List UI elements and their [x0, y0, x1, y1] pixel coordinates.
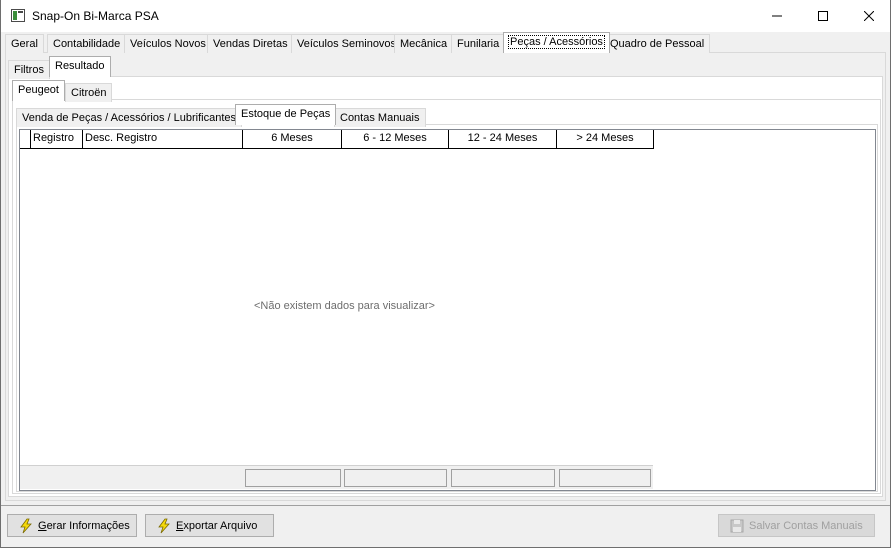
app-window: Snap-On Bi-Marca PSA Geral Contabilidade… [0, 0, 891, 548]
save-manual-accounts-button[interactable]: Salvar Contas Manuais [718, 514, 875, 537]
sub-tab-strip: Venda de Peças / Acessórios / Lubrifican… [16, 104, 878, 127]
floppy-disk-icon [730, 519, 744, 532]
tab-veiculos-seminovos[interactable]: Veículos Seminovos [291, 34, 403, 53]
generate-label: Gerar Informações [38, 519, 130, 532]
tab-citroen[interactable]: Citroën [65, 83, 113, 102]
maximize-button[interactable] [800, 0, 846, 32]
maximize-icon [818, 11, 828, 21]
footer-summary-cell [245, 469, 341, 487]
lightning-icon [158, 518, 170, 533]
column-header[interactable]: > 24 Meses [557, 130, 654, 149]
footer-summary-cell [559, 469, 651, 487]
column-header[interactable]: 12 - 24 Meses [449, 130, 557, 149]
tab-veiculos-novos[interactable]: Veículos Novos [124, 34, 212, 53]
app-icon [11, 9, 25, 22]
tab-mecanica[interactable]: Mecânica [394, 34, 454, 53]
minimize-icon [772, 15, 782, 17]
minimize-button[interactable] [754, 0, 800, 32]
column-header[interactable]: Registro [31, 130, 83, 149]
grid-footer [20, 465, 653, 489]
tab-estoque-pecas[interactable]: Estoque de Peças [235, 104, 337, 125]
empty-message: <Não existem dados para visualizar> [254, 300, 435, 312]
tab-filtros[interactable]: Filtros [8, 60, 50, 79]
tab-resultado[interactable]: Resultado [49, 56, 111, 77]
footer-summary-cell [344, 469, 447, 487]
main-tab-strip: Geral Contabilidade Veículos Novos Venda… [5, 32, 886, 54]
column-header[interactable]: 6 - 12 Meses [342, 130, 449, 149]
column-header[interactable]: 6 Meses [243, 130, 342, 149]
tab-contas-manuais[interactable]: Contas Manuais [334, 108, 426, 127]
button-bar-separator [1, 505, 890, 506]
lightning-icon [20, 518, 32, 533]
tab-quadro-de-pessoal[interactable]: Quadro de Pessoal [604, 34, 711, 53]
brand-tab-strip: Peugeot Citroën [12, 80, 881, 102]
close-icon [864, 11, 874, 21]
title-bar: Snap-On Bi-Marca PSA [1, 0, 890, 32]
generate-information-button[interactable]: Gerar Informações [7, 514, 137, 537]
tab-vendas-diretas[interactable]: Vendas Diretas [207, 34, 294, 53]
data-grid[interactable]: Registro Desc. Registro 6 Meses 6 - 12 M… [19, 129, 876, 491]
row-indicator-header [20, 130, 31, 149]
close-button[interactable] [846, 0, 891, 32]
tab-funilaria[interactable]: Funilaria [451, 34, 506, 53]
save-label: Salvar Contas Manuais [749, 519, 863, 532]
window-title: Snap-On Bi-Marca PSA [32, 9, 159, 23]
column-header[interactable]: Desc. Registro [83, 130, 243, 149]
footer-summary-cell [451, 469, 555, 487]
tab-venda-pecas[interactable]: Venda de Peças / Acessórios / Lubrifican… [16, 108, 243, 127]
tab-geral[interactable]: Geral [5, 34, 44, 53]
tab-contabilidade[interactable]: Contabilidade [47, 34, 127, 53]
export-file-button[interactable]: Exportar Arquivo [145, 514, 274, 537]
tab-pecas-acessorios[interactable]: Peças / Acessórios [503, 32, 610, 53]
view-tab-strip: Filtros Resultado [8, 56, 883, 79]
export-label: Exportar Arquivo [176, 519, 258, 532]
tab-peugeot[interactable]: Peugeot [12, 80, 65, 101]
